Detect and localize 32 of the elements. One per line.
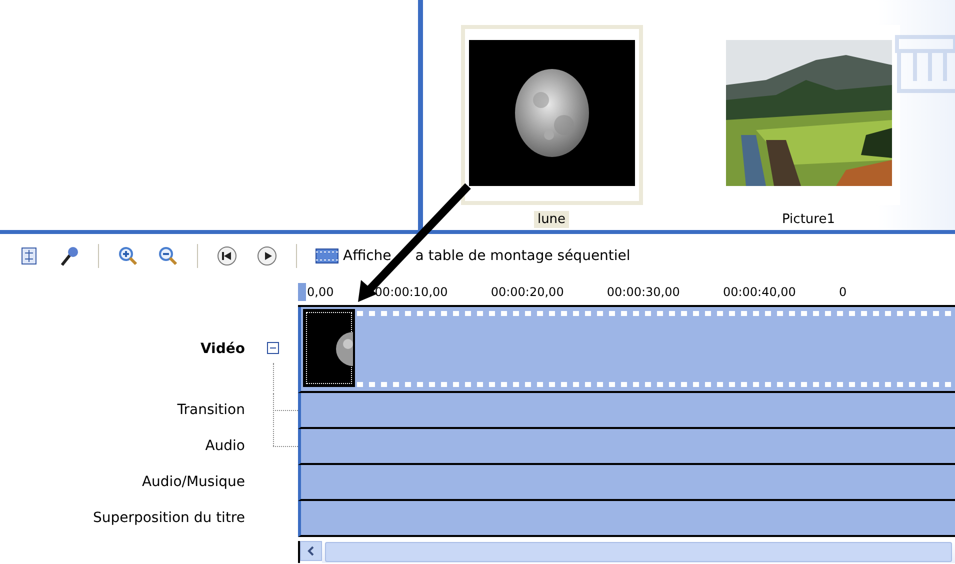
time-label: 0: [838, 284, 847, 298]
video-track[interactable]: [298, 307, 955, 393]
scroll-left-icon[interactable]: [300, 541, 322, 561]
track-label: Superposition du titre: [92, 510, 246, 526]
scrollbar-thumb[interactable]: [325, 542, 952, 562]
time-label: 00:00:40,00: [722, 284, 796, 298]
zoom-out-icon[interactable]: [157, 245, 179, 267]
filmstrip-icon[interactable]: [315, 248, 339, 264]
clip-name: Picture1: [781, 211, 836, 228]
zoom-in-icon[interactable]: [117, 245, 139, 267]
track-label: Vidéo: [200, 341, 246, 357]
track-label: Audio/Musique: [142, 474, 246, 490]
microphone-icon[interactable]: [58, 245, 80, 267]
playhead[interactable]: [298, 282, 306, 300]
time-label: 00:00:30,00: [606, 284, 680, 298]
filmstrip-decoration: [895, 35, 955, 95]
timeline-clip[interactable]: [303, 309, 355, 387]
track-label: Audio: [205, 438, 246, 454]
rewind-icon[interactable]: [216, 245, 238, 267]
time-label: 00:00:20,00: [490, 284, 564, 298]
clip-thumbnail[interactable]: [460, 25, 642, 205]
collapse-icon[interactable]: [267, 342, 279, 354]
play-icon[interactable]: [256, 245, 278, 267]
track-lane[interactable]: [298, 501, 955, 537]
track-lane[interactable]: [298, 393, 955, 429]
track-label: Transition: [177, 402, 246, 418]
clip-name: lune: [534, 211, 569, 228]
track-lane[interactable]: [298, 429, 955, 465]
track-lane[interactable]: [298, 465, 955, 501]
time-label: 0,00: [307, 284, 334, 298]
time-label: 00:00:10,00: [374, 284, 448, 298]
storyboard-toggle[interactable]: Affiche a table de montage séquentiel: [343, 248, 630, 264]
